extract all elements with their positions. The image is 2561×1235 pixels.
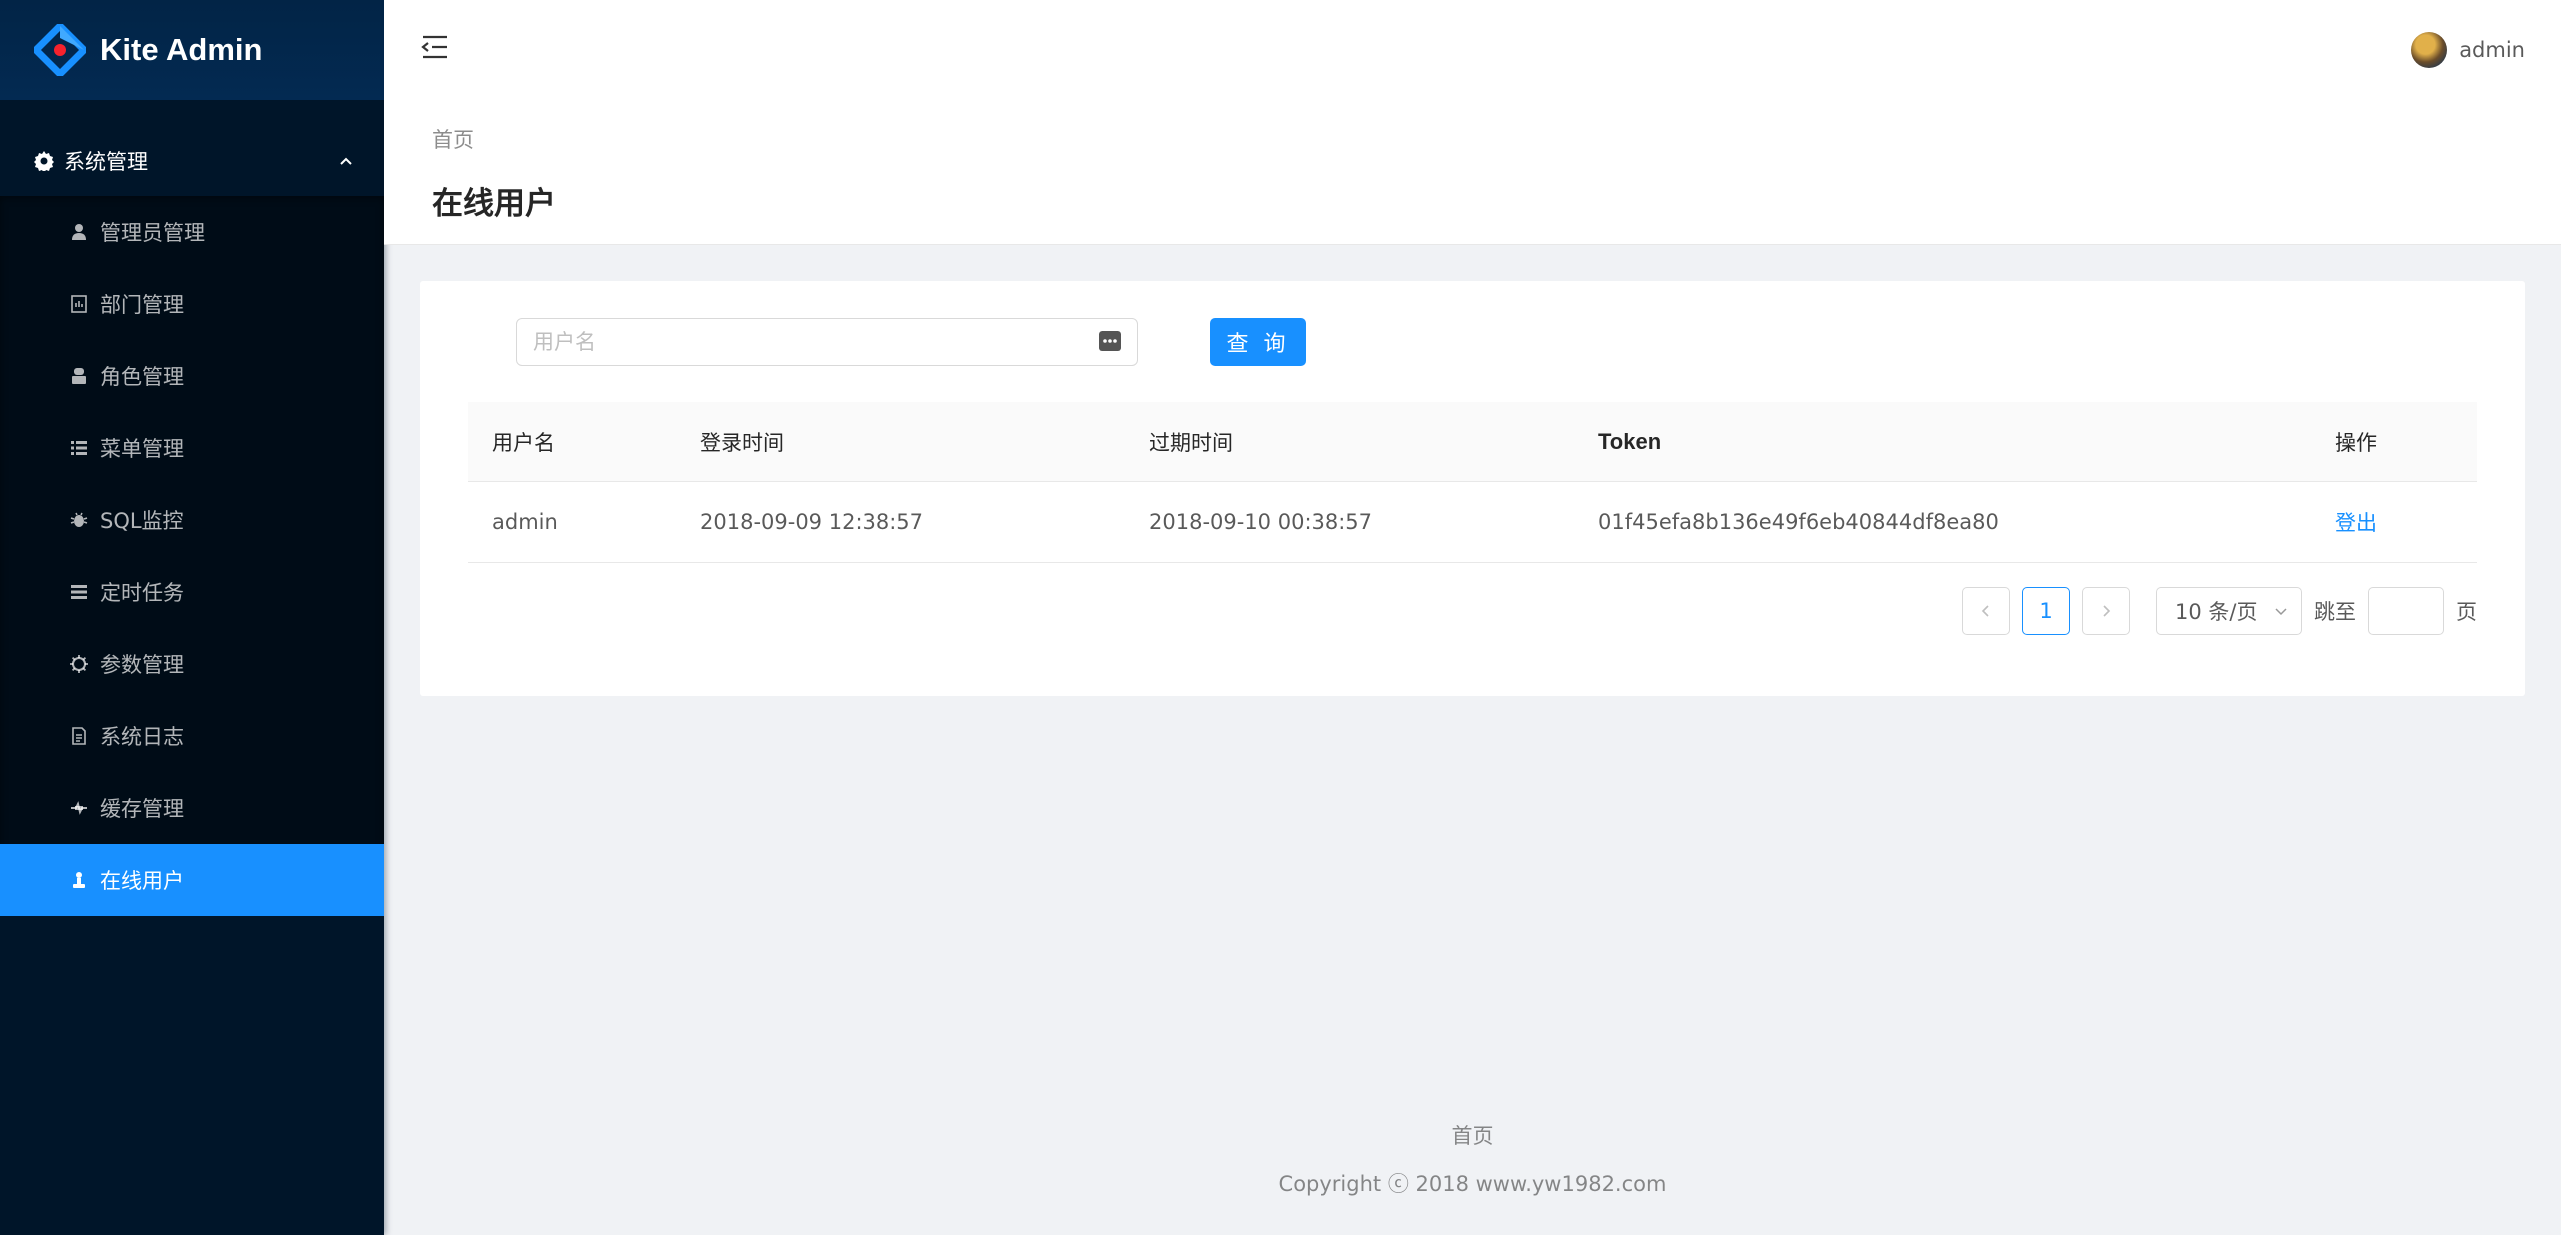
sidebar-item-system-log[interactable]: 系统日志 — [0, 700, 384, 772]
chevron-down-icon — [2275, 608, 2287, 616]
online-user-icon — [73, 872, 85, 888]
column-header-login-time: 登录时间 — [700, 430, 784, 455]
page-number-button[interactable]: 1 — [2022, 587, 2070, 635]
sidebar-item-menu[interactable]: 菜单管理 — [0, 412, 384, 484]
column-header-expire-time: 过期时间 — [1149, 430, 1233, 455]
submenu-label: 系统管理 — [64, 150, 148, 174]
sidebar-item-online-users[interactable]: 在线用户 — [0, 844, 384, 916]
sidebar-item-label: 部门管理 — [100, 293, 184, 317]
cell-expire-time: 2018-09-10 00:38:57 — [1149, 510, 1373, 534]
sidebar-item-label: 系统日志 — [100, 725, 184, 749]
kite-logo-icon — [34, 24, 86, 76]
chevron-left-icon — [1981, 605, 1989, 617]
menu-fold-icon[interactable] — [420, 32, 450, 62]
page-header: 首页 在线用户 — [384, 98, 2561, 245]
prev-page-button[interactable] — [1962, 587, 2010, 635]
role-icon — [72, 368, 86, 384]
page-size-value: 10 条/页 — [2175, 600, 2258, 624]
logout-link[interactable]: 登出 — [2335, 511, 2377, 535]
menu-list-icon — [71, 441, 87, 455]
brand-name: Kite Admin — [100, 32, 263, 67]
chevron-up-icon — [340, 157, 352, 165]
page-suffix: 页 — [2456, 600, 2477, 624]
settings-icon — [70, 655, 88, 673]
sidebar-item-label: 菜单管理 — [100, 437, 184, 461]
sidebar-item-label: 缓存管理 — [100, 797, 184, 821]
avatar — [2411, 32, 2448, 68]
table-row: admin 2018-09-09 12:38:57 2018-09-10 00:… — [468, 482, 2477, 563]
sidebar-item-scheduled-tasks[interactable]: 定时任务 — [0, 556, 384, 628]
submenu-list: 管理员管理 部门管理 角色管理 菜单管理 SQL监控 定时任务 参数管理 系统日… — [0, 196, 384, 916]
username-input[interactable] — [533, 330, 1093, 354]
cell-login-time: 2018-09-09 12:38:57 — [700, 510, 924, 534]
gear-icon — [34, 151, 54, 171]
jump-page-input[interactable] — [2368, 587, 2444, 635]
sidebar-item-admin[interactable]: 管理员管理 — [0, 196, 384, 268]
copyright: Copyright ⓒ 2018 www.yw1982.com — [1278, 1172, 1667, 1196]
chevron-right-icon — [2103, 605, 2111, 617]
more-icon[interactable] — [1099, 331, 1121, 353]
footer: 首页 Copyright ⓒ 2018 www.yw1982.com — [384, 1120, 2561, 1198]
cell-username: admin — [492, 510, 558, 534]
sidebar-item-label: 角色管理 — [100, 365, 184, 389]
sidebar-item-label: 参数管理 — [100, 653, 184, 677]
logo[interactable]: Kite Admin — [0, 0, 384, 100]
next-page-button[interactable] — [2082, 587, 2130, 635]
sidebar-item-label: SQL监控 — [100, 509, 184, 533]
log-file-icon — [72, 727, 86, 745]
column-header-action: 操作 — [2335, 430, 2377, 455]
table-header: 用户名 登录时间 过期时间 Token 操作 — [468, 402, 2477, 482]
sidebar-item-label: 在线用户 — [100, 869, 184, 893]
query-button[interactable]: 查 询 — [1210, 318, 1306, 366]
bug-icon — [70, 512, 88, 527]
cache-icon — [71, 801, 87, 815]
column-header-token: Token — [1598, 428, 1662, 454]
username: admin — [2459, 38, 2525, 62]
cell-token: 01f45efa8b136e49f6eb40844df8ea80 — [1598, 510, 1999, 534]
jump-label: 跳至 — [2314, 600, 2356, 624]
sidebar-item-sql-monitor[interactable]: SQL监控 — [0, 484, 384, 556]
menu-system: 系统管理 管理员管理 部门管理 角色管理 菜单管理 SQL监控 定时任务 参数管… — [0, 126, 384, 916]
sidebar: Kite Admin 系统管理 管理员管理 部门管理 角色管理 菜单管理 SQL… — [0, 0, 384, 1235]
submenu-system-management[interactable]: 系统管理 — [0, 126, 384, 196]
user-menu[interactable]: admin — [2411, 32, 2525, 68]
sidebar-item-cache[interactable]: 缓存管理 — [0, 772, 384, 844]
footer-home-link[interactable]: 首页 — [384, 1120, 2561, 1150]
task-icon — [71, 585, 87, 599]
sidebar-item-role[interactable]: 角色管理 — [0, 340, 384, 412]
sidebar-item-department[interactable]: 部门管理 — [0, 268, 384, 340]
content-card: 查 询 用户名 登录时间 过期时间 Token 操作 admin 2018-09… — [420, 281, 2525, 696]
sidebar-item-label: 管理员管理 — [100, 221, 205, 245]
department-icon — [71, 295, 87, 313]
breadcrumb[interactable]: 首页 — [432, 124, 2561, 154]
sidebar-item-label: 定时任务 — [100, 581, 184, 605]
page-title: 在线用户 — [432, 186, 556, 222]
sidebar-item-parameters[interactable]: 参数管理 — [0, 628, 384, 700]
page-size-select[interactable]: 10 条/页 — [2156, 587, 2302, 635]
user-icon — [72, 224, 86, 240]
pagination: 1 10 条/页 跳至 页 — [1962, 587, 2477, 635]
column-header-username: 用户名 — [492, 430, 555, 455]
username-search-field[interactable] — [516, 318, 1138, 366]
top-header: admin — [384, 0, 2561, 98]
online-users-table: 用户名 登录时间 过期时间 Token 操作 admin 2018-09-09 … — [468, 402, 2477, 563]
